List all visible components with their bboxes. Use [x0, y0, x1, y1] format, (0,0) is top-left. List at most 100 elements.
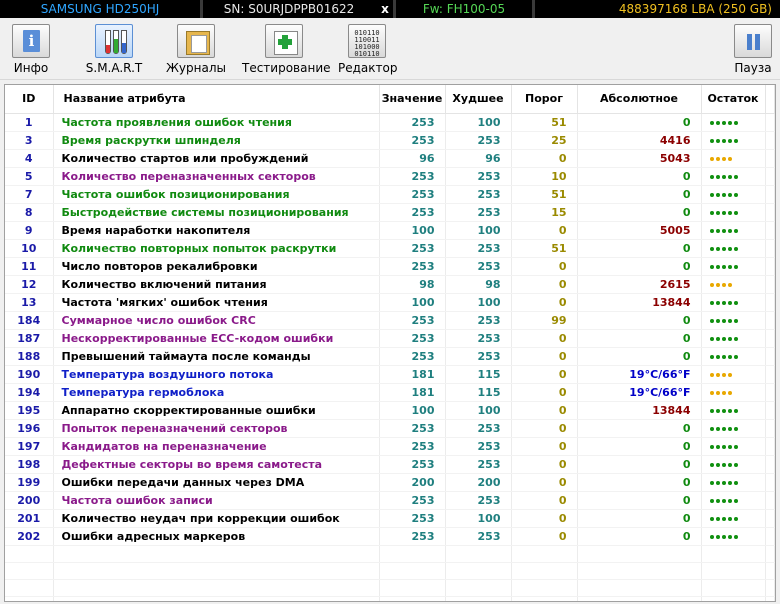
attr-id: 200 [5, 491, 54, 510]
editor-button[interactable]: 010110 110011 101000 010110 Редактор [338, 22, 397, 78]
col-header-name[interactable]: Название атрибута [53, 85, 380, 114]
filler-cell [765, 203, 775, 222]
attr-name: Дефектные секторы во время самотеста [53, 455, 380, 474]
table-row[interactable]: 9 Время наработки накопителя 100 100 0 5005 [5, 221, 775, 240]
table-row[interactable]: 4 Количество стартов или пробуждений 96 96 0… [5, 149, 775, 168]
rating-dot [715, 138, 720, 143]
filler-cell [765, 491, 775, 510]
smart-label: S.M.A.R.T [85, 61, 143, 75]
rating-dot [727, 444, 732, 449]
col-header-value[interactable]: Значение [379, 85, 446, 114]
drive-model[interactable]: SAMSUNG HD250HJ [0, 0, 200, 18]
col-header-id[interactable]: ID [5, 85, 54, 114]
health-rating-dots [701, 347, 766, 366]
table-row[interactable]: 198 Дефектные секторы во время самотеста 2… [5, 455, 775, 474]
rating-dot [727, 120, 732, 125]
close-icon[interactable]: x [376, 0, 394, 18]
table-row[interactable]: 202 Ошибки адресных маркеров 253 253 0 0 [5, 527, 775, 546]
rating-dot [733, 246, 738, 251]
pause-button[interactable]: Пауза [732, 22, 774, 78]
logs-button[interactable]: Журналы [166, 22, 226, 78]
filler-cell [765, 257, 775, 276]
table-row[interactable]: 197 Кандидатов на переназначение 253 253 0 0 [5, 437, 775, 456]
attr-value: 253 [379, 113, 446, 132]
table-row[interactable]: 196 Попыток переназначений секторов 253 253… [5, 419, 775, 438]
filler-cell [765, 131, 775, 150]
attr-raw: 0 [577, 185, 702, 204]
attr-raw: 0 [577, 527, 702, 546]
attr-worst: 253 [445, 257, 512, 276]
attr-threshold: 0 [511, 347, 578, 366]
attr-worst: 253 [445, 455, 512, 474]
attr-name: Частота проявления ошибок чтения [53, 113, 380, 132]
table-row[interactable]: 194 Температура гермоблока 181 115 0 19°C/66°… [5, 383, 775, 402]
table-row[interactable]: 12 Количество включений питания 98 98 0 2615 [5, 275, 775, 294]
table-row[interactable]: 200 Частота ошибок записи 253 253 0 0 [5, 491, 775, 510]
attr-raw: 13844 [577, 401, 702, 420]
col-header-threshold[interactable]: Порог [511, 85, 578, 114]
rating-dot [709, 372, 714, 377]
rating-dot [709, 174, 714, 179]
rating-dot [709, 534, 714, 539]
col-header-worst[interactable]: Худшее [445, 85, 512, 114]
attr-threshold: 0 [511, 401, 578, 420]
rating-dot [715, 534, 720, 539]
col-header-remaining[interactable]: Остаток [701, 85, 766, 114]
pause-icon [734, 24, 772, 58]
rating-dot [733, 516, 738, 521]
smart-attributes-table[interactable]: ID Название атрибута Значение Худшее Пор… [4, 84, 776, 602]
table-row[interactable]: 201 Количество неудач при коррекции ошибо… [5, 509, 775, 528]
table-row[interactable]: 11 Число повторов рекалибровки 253 253 0 0 [5, 257, 775, 276]
rating-dot [715, 390, 720, 395]
attr-value: 253 [379, 491, 446, 510]
attr-name: Суммарное число ошибок CRC [53, 311, 380, 330]
health-rating-dots [701, 203, 766, 222]
rating-dot [727, 174, 732, 179]
table-row[interactable]: 195 Аппаратно скорректированные ошибки 100… [5, 401, 775, 420]
health-rating-dots [701, 275, 766, 294]
rating-dot [715, 354, 720, 359]
table-row[interactable]: 187 Нескорректированные ECC-кодом ошибки 2… [5, 329, 775, 348]
attr-worst: 100 [445, 293, 512, 312]
rating-dot [727, 210, 732, 215]
attr-value: 100 [379, 401, 446, 420]
table-row[interactable]: 199 Ошибки передачи данных через DMA 200 20… [5, 473, 775, 492]
rating-dot [727, 192, 732, 197]
attr-worst: 200 [445, 473, 512, 492]
attr-worst: 253 [445, 311, 512, 330]
table-row[interactable]: 3 Время раскрутки шпинделя 253 253 25 4416 [5, 131, 775, 150]
rating-dot [721, 300, 726, 305]
rating-dot [727, 246, 732, 251]
table-row[interactable]: 7 Частота ошибок позиционирования 253 253 51… [5, 185, 775, 204]
filler-cell [765, 365, 775, 384]
info-button[interactable]: Инфо [6, 22, 56, 78]
table-row[interactable]: 1 Частота проявления ошибок чтения 253 100 5… [5, 113, 775, 132]
rating-dot [709, 246, 714, 251]
attr-name: Количество неудач при коррекции ошибок [53, 509, 380, 528]
attr-raw: 0 [577, 437, 702, 456]
table-row[interactable]: 8 Быстродействие системы позиционирования… [5, 203, 775, 222]
attr-name: Количество включений питания [53, 275, 380, 294]
attr-id: 1 [5, 113, 54, 132]
table-row[interactable]: 184 Суммарное число ошибок CRC 253 253 99 0 [5, 311, 775, 330]
attr-id: 202 [5, 527, 54, 546]
rating-dot [709, 156, 714, 161]
table-row[interactable]: 5 Количество переназначенных секторов 253 2… [5, 167, 775, 186]
rating-dot [709, 210, 714, 215]
tests-button[interactable]: Тестирование [242, 22, 331, 78]
rating-dot [721, 534, 726, 539]
rating-dot [721, 426, 726, 431]
table-row[interactable]: 10 Количество повторных попыток раскрутки… [5, 239, 775, 258]
col-header-raw[interactable]: Абсолютное [577, 85, 702, 114]
filler-cell [765, 437, 775, 456]
rating-dot [709, 318, 714, 323]
smart-button[interactable]: S.M.A.R.T [82, 22, 146, 78]
health-rating-dots [701, 185, 766, 204]
table-row[interactable]: 188 Превышений таймаута после команды 253 2… [5, 347, 775, 366]
attr-raw: 0 [577, 419, 702, 438]
attr-id: 5 [5, 167, 54, 186]
health-rating-dots [701, 365, 766, 384]
table-row[interactable]: 190 Температура воздушного потока 181 115 0 1… [5, 365, 775, 384]
attr-threshold: 15 [511, 203, 578, 222]
table-row[interactable]: 13 Частота 'мягких' ошибок чтения 100 100 0 1… [5, 293, 775, 312]
